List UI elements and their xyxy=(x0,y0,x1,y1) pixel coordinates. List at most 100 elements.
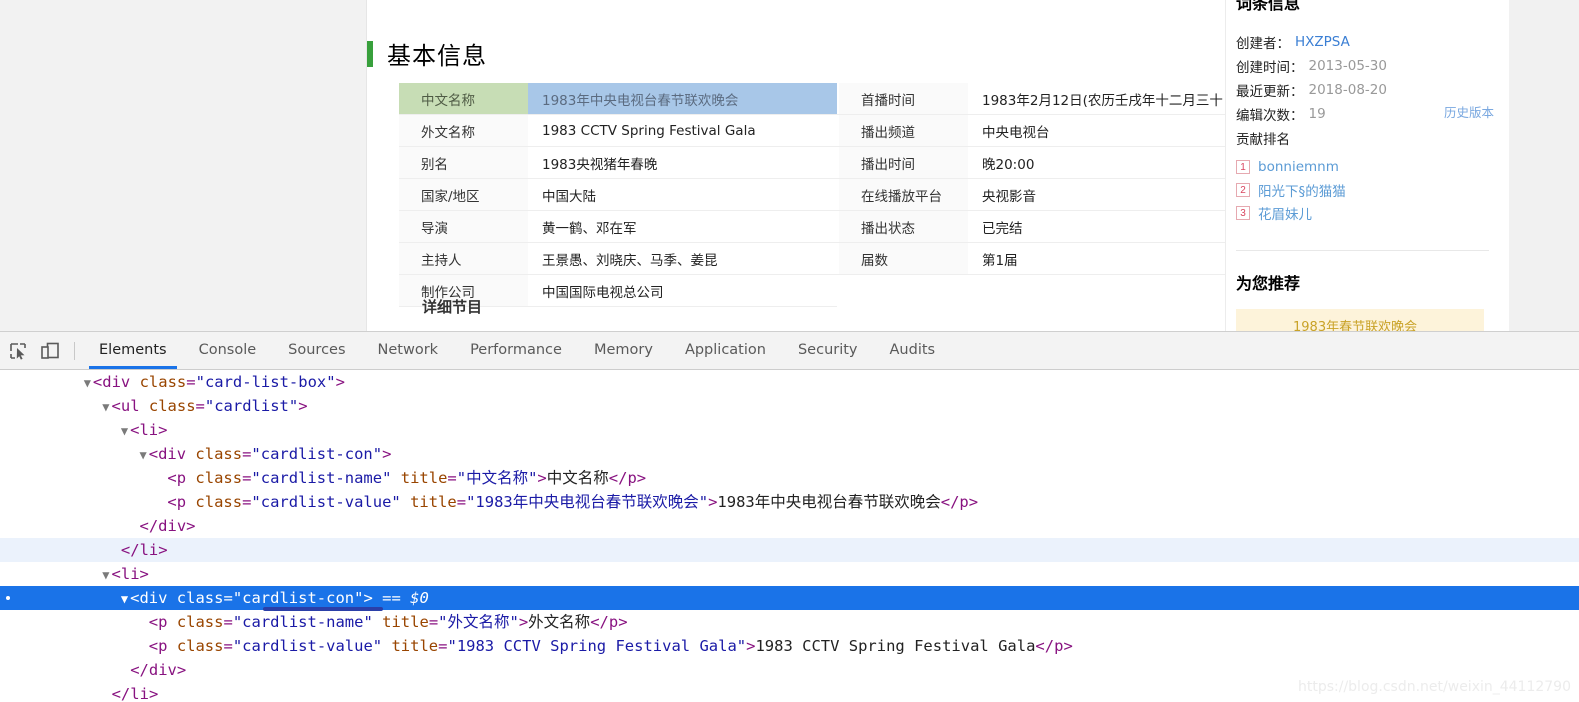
code-token-val: "cardlist" xyxy=(204,397,299,415)
code-token-val: "1983年中央电视台春节联欢晚会" xyxy=(466,493,709,511)
code-token-punct: > xyxy=(1063,637,1073,655)
tab-memory[interactable]: Memory xyxy=(578,332,669,369)
info-value-cell: 中国国际电视总公司 xyxy=(528,274,837,307)
entry-meta-row: 最近更新： 2018-08-20 xyxy=(1236,78,1496,102)
dom-tree-line[interactable]: ▼ <div class="card-list-box"> xyxy=(0,370,1579,394)
sidebar-divider xyxy=(1236,250,1489,251)
code-token-val: "1983 CCTV Spring Festival Gala" xyxy=(447,637,747,655)
device-toolbar-icon[interactable] xyxy=(36,337,64,365)
code-token-tag: li xyxy=(130,685,149,702)
code-token-punct: = xyxy=(195,397,205,415)
code-token-txt: 中文名称 xyxy=(546,469,609,487)
page-right-gutter xyxy=(1507,0,1579,331)
tab-application[interactable]: Application xyxy=(669,332,782,369)
code-token-tag: li xyxy=(139,421,159,439)
expand-triangle-icon[interactable]: ▼ xyxy=(121,592,128,606)
dom-tree-line[interactable]: <p class="cardlist-name" title="外文名称">外文… xyxy=(0,610,1579,634)
inspect-element-icon[interactable] xyxy=(4,337,32,365)
tab-console[interactable]: Console xyxy=(183,332,273,369)
code-token-punct: </ xyxy=(120,541,140,559)
entry-meta-label: 编辑次数： xyxy=(1236,108,1304,124)
code-token-val: "cardlist-value" xyxy=(232,637,383,655)
info-key-cell: 主持人 xyxy=(399,242,528,275)
code-token-punct: > xyxy=(518,613,529,631)
expand-triangle-icon[interactable]: ▼ xyxy=(102,400,109,414)
entry-meta-value: 2018-08-20 xyxy=(1308,82,1387,98)
dom-tree-line[interactable]: </div> xyxy=(0,514,1579,538)
dom-tree-panel[interactable]: ▼ <div class="card-list-box"> ▼ <ul class="… xyxy=(0,370,1579,702)
entry-meta-list: 创建者： HXZPSA 创建时间： 2013-05-30 最近更新： 2018-08-20… xyxy=(1236,30,1496,126)
table-row: 国家/地区 中国大陆 在线播放平台 央视影音 xyxy=(399,178,1277,211)
entry-info-sidebar: 词条信息 创建者： HXZPSA 创建时间： 2013-05-30 最近更新： 2018-… xyxy=(1225,0,1509,331)
dom-tree-line[interactable]: <p class="cardlist-value" title="1983 CC… xyxy=(0,634,1579,658)
list-item[interactable]: 1 bonniemnm xyxy=(1236,155,1496,178)
code-token-attr: class xyxy=(167,589,224,607)
page-title: 基本信息 xyxy=(387,42,487,70)
code-token-val: "card-list-box" xyxy=(195,373,336,391)
code-token-val: "cardlist-con" xyxy=(232,589,364,607)
code-token-punct: = xyxy=(186,373,196,391)
history-version-link[interactable]: 历史版本 xyxy=(1444,102,1494,121)
expand-triangle-icon[interactable]: ▼ xyxy=(84,376,91,390)
entry-meta-label: 创建时间： xyxy=(1236,60,1304,76)
code-token-attr: title xyxy=(400,493,457,511)
code-token-attr: title xyxy=(372,613,429,631)
code-token-punct: > xyxy=(298,397,308,415)
info-key-cell: 播出状态 xyxy=(839,210,968,243)
list-item[interactable]: 3 花眉妹儿 xyxy=(1236,201,1496,224)
tab-performance[interactable]: Performance xyxy=(454,332,578,369)
contributor-list: 1 bonniemnm 2 阳光下§的猫猫 3 花眉妹儿 xyxy=(1236,155,1496,224)
page-left-gutter xyxy=(0,0,366,331)
expand-triangle-icon[interactable]: ▼ xyxy=(140,448,147,462)
dom-tree-line[interactable]: <p class="cardlist-name" title="中文名称">中文… xyxy=(0,466,1579,490)
code-token-tag: ul xyxy=(120,397,140,415)
code-token-txt: 外文名称 xyxy=(528,613,591,631)
recommendation-card[interactable]: 1983年春节联欢晚会 xyxy=(1236,309,1484,331)
code-token-punct: </ xyxy=(1035,637,1055,655)
entry-meta-value[interactable]: HXZPSA xyxy=(1295,34,1350,50)
dom-tree-line[interactable]: ▼ <li> xyxy=(0,562,1579,586)
code-token-punct: < xyxy=(167,469,177,487)
dom-tree-line[interactable]: </li> xyxy=(0,538,1579,562)
code-token-punct: > xyxy=(335,373,345,391)
code-token-attr: title xyxy=(382,637,439,655)
expand-triangle-icon[interactable]: ▼ xyxy=(102,568,109,582)
code-token-tag: p xyxy=(176,493,187,511)
entry-meta-row: 编辑次数： 19 历史版本 xyxy=(1236,102,1496,126)
entry-meta-row: 创建时间： 2013-05-30 xyxy=(1236,54,1496,78)
tab-network[interactable]: Network xyxy=(362,332,455,369)
recommendation-title: 为您推荐 xyxy=(1236,274,1301,293)
code-token-tag: div xyxy=(148,661,177,679)
code-token-punct: = xyxy=(456,493,467,511)
dom-tree-line[interactable]: <p class="cardlist-value" title="1983年中央… xyxy=(0,490,1579,514)
dom-tree-line[interactable]: ▼ <div class="cardlist-con"> xyxy=(0,442,1579,466)
expand-triangle-icon[interactable]: ▼ xyxy=(121,424,128,438)
tab-elements[interactable]: Elements xyxy=(83,332,183,369)
selected-node-marker xyxy=(6,596,10,600)
green-accent-bar xyxy=(367,40,373,67)
info-key-cell: 播出频道 xyxy=(839,114,968,147)
tab-sources[interactable]: Sources xyxy=(272,332,361,369)
dom-tree-line[interactable]: ▼ <div class="cardlist-con"> == $0 xyxy=(0,586,1579,610)
contributor-name[interactable]: 花眉妹儿 xyxy=(1258,203,1312,223)
code-token-punct: > xyxy=(139,565,149,583)
screen-root: 基本信息 中文名称 1983年中央电视台春节联欢晚会 首播时间 1983年2月12日(… xyxy=(0,0,1579,702)
entry-meta-label: 创建者： xyxy=(1236,36,1290,52)
entry-info-title: 词条信息 xyxy=(1236,0,1301,13)
dom-tree-line[interactable]: ▼ <li> xyxy=(0,418,1579,442)
code-token-attr: class xyxy=(167,613,224,631)
code-token-punct: < xyxy=(111,397,121,415)
contributor-name[interactable]: 阳光下§的猫猫 xyxy=(1258,180,1346,200)
table-row: 别名 1983央视猪年春晚 播出时间 晚20:00 xyxy=(399,146,1277,179)
tab-security[interactable]: Security xyxy=(782,332,874,369)
code-token-punct: > xyxy=(186,517,196,535)
dom-tree-line[interactable]: ▼ <ul class="cardlist"> xyxy=(0,394,1579,418)
info-value-cell: 中国大陆 xyxy=(528,178,837,211)
info-key-cell: 导演 xyxy=(399,210,528,243)
code-token-punct: < xyxy=(148,445,159,463)
contributor-name[interactable]: bonniemnm xyxy=(1258,159,1339,175)
code-token-dollar: == $0 xyxy=(372,589,429,607)
code-token-punct: </ xyxy=(130,661,149,679)
list-item[interactable]: 2 阳光下§的猫猫 xyxy=(1236,178,1496,201)
tab-audits[interactable]: Audits xyxy=(874,332,952,369)
